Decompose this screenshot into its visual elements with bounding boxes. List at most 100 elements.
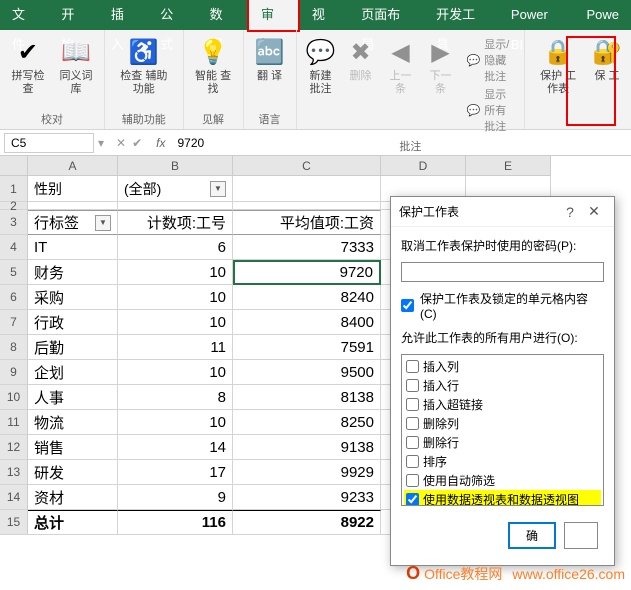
pivot-row-label[interactable]: 财务 — [28, 260, 118, 285]
pivot-row-label[interactable]: 企划 — [28, 360, 118, 385]
permission-checkbox[interactable] — [406, 379, 419, 392]
tab-power[interactable]: Powe — [574, 0, 631, 30]
pivot-count[interactable]: 10 — [118, 410, 233, 435]
pivot-count[interactable]: 11 — [118, 335, 233, 360]
permission-item[interactable]: 插入行 — [404, 376, 601, 395]
namebox-dropdown-icon[interactable]: ▾ — [94, 136, 108, 150]
row-header[interactable]: 2 — [0, 202, 28, 210]
pivot-avg[interactable]: 9720 — [233, 260, 381, 285]
pivot-avg[interactable]: 9138 — [233, 435, 381, 460]
pivot-row-label[interactable]: 人事 — [28, 385, 118, 410]
showall-comments[interactable]: 💬显示所有批注 — [467, 86, 515, 134]
pivot-count[interactable]: 8 — [118, 385, 233, 410]
col-header-e[interactable]: E — [466, 156, 551, 176]
permission-checkbox[interactable] — [406, 417, 419, 430]
pivot-row-label[interactable]: 后勤 — [28, 335, 118, 360]
pivot-count[interactable]: 9 — [118, 485, 233, 510]
permission-item[interactable]: 插入超链接 — [404, 395, 601, 414]
permission-checkbox[interactable] — [406, 398, 419, 411]
pivot-row-label[interactable]: 采购 — [28, 285, 118, 310]
permission-item[interactable]: 使用数据透视表和数据透视图 — [404, 490, 601, 506]
pivot-row-label[interactable]: 研发 — [28, 460, 118, 485]
pivot-avg[interactable]: 8250 — [233, 410, 381, 435]
protect-sheet-button[interactable]: 🔒保护 工作表 — [531, 34, 585, 127]
spellcheck-button[interactable]: ✔拼写检查 — [6, 34, 50, 109]
pivot-avg[interactable]: 9500 — [233, 360, 381, 385]
permissions-list[interactable]: 插入列插入行插入超链接删除列删除行排序使用自动筛选使用数据透视表和数据透视图编辑… — [401, 354, 604, 506]
ok-button[interactable]: 确 — [508, 522, 556, 549]
cell[interactable] — [233, 176, 381, 202]
row-header[interactable]: 4 — [0, 235, 28, 260]
pivot-avg[interactable]: 7333 — [233, 235, 381, 260]
translate-button[interactable]: 🔤翻 译 — [250, 34, 290, 109]
tab-view[interactable]: 视图 — [300, 0, 349, 30]
protect-workbook-button[interactable]: 🔐保 工 — [589, 34, 625, 127]
permission-checkbox[interactable] — [406, 493, 419, 506]
cancel-button[interactable] — [564, 522, 598, 549]
tab-powerbi[interactable]: Power BI — [499, 0, 575, 30]
row-header[interactable]: 10 — [0, 385, 28, 410]
smartlookup-button[interactable]: 💡智能 查找 — [190, 34, 237, 109]
pivot-avg[interactable]: 7591 — [233, 335, 381, 360]
pivot-col1[interactable]: 计数项:工号 — [118, 210, 233, 235]
password-input[interactable] — [401, 262, 604, 282]
permission-checkbox[interactable] — [406, 360, 419, 373]
row-header[interactable]: 11 — [0, 410, 28, 435]
col-header-a[interactable]: A — [28, 156, 118, 176]
pivot-total-count[interactable]: 116 — [118, 510, 233, 535]
permission-item[interactable]: 删除列 — [404, 414, 601, 433]
pivot-row-label[interactable]: 物流 — [28, 410, 118, 435]
formula-input[interactable]: 9720 — [172, 136, 631, 150]
col-header-c[interactable]: C — [233, 156, 381, 176]
pivot-avg[interactable]: 8138 — [233, 385, 381, 410]
showhide-comment[interactable]: 💬显示/隐藏批注 — [467, 36, 515, 84]
row-header[interactable]: 3 — [0, 210, 28, 235]
pivot-avg[interactable]: 9929 — [233, 460, 381, 485]
tab-developer[interactable]: 开发工具 — [424, 0, 499, 30]
help-button[interactable]: ? — [558, 204, 582, 220]
pivot-count[interactable]: 10 — [118, 260, 233, 285]
row-header[interactable]: 13 — [0, 460, 28, 485]
permission-item[interactable]: 使用自动筛选 — [404, 471, 601, 490]
row-header[interactable]: 12 — [0, 435, 28, 460]
row-header[interactable]: 7 — [0, 310, 28, 335]
confirm-icon[interactable]: ✔ — [132, 136, 142, 150]
row-header[interactable]: 6 — [0, 285, 28, 310]
filter-dropdown-icon[interactable]: ▼ — [210, 181, 226, 197]
permission-checkbox[interactable] — [406, 474, 419, 487]
protect-contents-check[interactable] — [401, 299, 414, 312]
col-header-d[interactable]: D — [381, 156, 466, 176]
permission-item[interactable]: 删除行 — [404, 433, 601, 452]
delete-comment-button[interactable]: ✖删除 — [343, 34, 379, 136]
pivot-avg[interactable]: 8400 — [233, 310, 381, 335]
tab-review[interactable]: 审阅 — [249, 0, 298, 30]
prev-comment-button[interactable]: ◀上一条 — [383, 34, 419, 136]
pivot-col2[interactable]: 平均值项:工资 — [233, 210, 381, 235]
accessibility-button[interactable]: ♿检查 辅助功能 — [111, 34, 177, 109]
close-button[interactable]: ✕ — [582, 203, 606, 220]
tab-layout[interactable]: 页面布局 — [349, 0, 424, 30]
row-header[interactable]: 14 — [0, 485, 28, 510]
rowlabel-dropdown-icon[interactable]: ▼ — [95, 215, 111, 231]
permission-item[interactable]: 排序 — [404, 452, 601, 471]
pivot-avg[interactable]: 9233 — [233, 485, 381, 510]
tab-formulas[interactable]: 公式 — [148, 0, 197, 30]
next-comment-button[interactable]: ▶下一条 — [423, 34, 459, 136]
pivot-count[interactable]: 10 — [118, 360, 233, 385]
pivot-count[interactable]: 10 — [118, 310, 233, 335]
pivot-count[interactable]: 14 — [118, 435, 233, 460]
pivot-avg[interactable]: 8240 — [233, 285, 381, 310]
pivot-total-label[interactable]: 总计 — [28, 510, 118, 535]
pivot-row-label[interactable]: 销售 — [28, 435, 118, 460]
new-comment-button[interactable]: 💬新建批注 — [303, 34, 339, 136]
pivot-row-label[interactable]: 资材 — [28, 485, 118, 510]
permission-checkbox[interactable] — [406, 455, 419, 468]
pivot-filter-label[interactable]: 性别 — [28, 176, 118, 202]
permission-item[interactable]: 插入列 — [404, 357, 601, 376]
row-header[interactable]: 8 — [0, 335, 28, 360]
pivot-filter-value[interactable]: (全部)▼ — [118, 176, 233, 202]
row-header[interactable]: 5 — [0, 260, 28, 285]
pivot-row-label[interactable]: 行政 — [28, 310, 118, 335]
tab-data[interactable]: 数据 — [198, 0, 247, 30]
cancel-icon[interactable]: ✕ — [116, 136, 126, 150]
